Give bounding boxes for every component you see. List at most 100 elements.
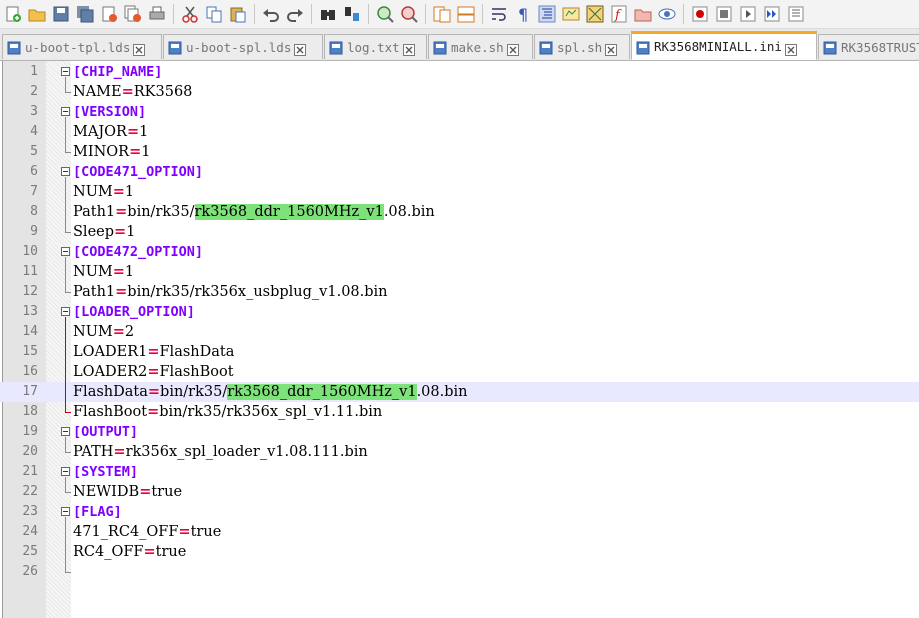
- redo-button[interactable]: [284, 3, 306, 25]
- tab-spl[interactable]: spl.sh: [534, 34, 630, 59]
- save-macro-button[interactable]: [785, 3, 807, 25]
- equals-operator: =: [129, 143, 142, 160]
- line-text: Sleep=1: [73, 222, 135, 242]
- function-list-button[interactable]: f: [608, 3, 630, 25]
- paste-button[interactable]: [227, 3, 249, 25]
- svg-text:¶: ¶: [518, 5, 528, 23]
- user-lang-button[interactable]: [560, 3, 582, 25]
- fold-toggle-icon[interactable]: [61, 247, 70, 256]
- code-line[interactable]: 20 PATH=rk356x_spl_loader_v1.08.111.bin: [0, 442, 919, 462]
- tab-rk3568trust[interactable]: RK3568TRUST: [818, 34, 919, 59]
- code-line[interactable]: 13 [LOADER_OPTION]: [0, 302, 919, 322]
- fold-guide-line: [65, 317, 66, 412]
- fold-toggle-icon[interactable]: [61, 67, 70, 76]
- tab-rk3568miniall[interactable]: RK3568MINIALL.ini: [631, 31, 817, 60]
- close-all-button[interactable]: [122, 3, 144, 25]
- undo-button[interactable]: [260, 3, 282, 25]
- tab-u-boot-spl[interactable]: u-boot-spl.lds: [163, 34, 323, 59]
- equals-operator: =: [147, 343, 160, 360]
- tab-close-icon[interactable]: [402, 41, 415, 56]
- code-line[interactable]: 17 FlashData=bin/rk35/rk3568_ddr_1560MHz_…: [0, 382, 919, 402]
- fold-guide-line: [65, 477, 66, 492]
- code-line[interactable]: 1 [CHIP_NAME]: [0, 62, 919, 82]
- code-line[interactable]: 26: [0, 562, 919, 582]
- sync-horizontal-button[interactable]: [455, 3, 477, 25]
- fold-end-marker: [65, 292, 71, 293]
- save-all-button[interactable]: [74, 3, 96, 25]
- play-macro-button[interactable]: [737, 3, 759, 25]
- stop-record-button[interactable]: [713, 3, 735, 25]
- folder-workspace-button[interactable]: [632, 3, 654, 25]
- tab-close-icon[interactable]: [506, 41, 519, 56]
- run-macro-multiple-button[interactable]: [761, 3, 783, 25]
- tab-u-boot-tpl[interactable]: u-boot-tpl.lds: [2, 34, 162, 59]
- code-line[interactable]: 14 NUM=2: [0, 322, 919, 342]
- replace-button[interactable]: [341, 3, 363, 25]
- code-line[interactable]: 11 NUM=1: [0, 262, 919, 282]
- line-number: 26: [22, 564, 38, 579]
- line-number: 2: [30, 84, 38, 99]
- code-line[interactable]: 2 NAME=RK3568: [0, 82, 919, 102]
- tab-make[interactable]: make.sh: [428, 34, 533, 59]
- show-all-chars-button[interactable]: ¶: [512, 3, 534, 25]
- fold-toggle-icon[interactable]: [61, 467, 70, 476]
- tab-close-icon[interactable]: [784, 41, 797, 56]
- equals-operator: =: [143, 543, 156, 560]
- code-line[interactable]: 18 FlashBoot=bin/rk35/rk356x_spl_v1.11.bi…: [0, 402, 919, 422]
- code-line[interactable]: 21 [SYSTEM]: [0, 462, 919, 482]
- doc-map-button[interactable]: [584, 3, 606, 25]
- fold-toggle-icon[interactable]: [61, 427, 70, 436]
- tab-close-icon[interactable]: [133, 41, 146, 56]
- line-number: 9: [30, 224, 38, 239]
- code-line[interactable]: 6 [CODE471_OPTION]: [0, 162, 919, 182]
- line-text: MAJOR=1: [73, 122, 148, 142]
- code-line[interactable]: 23 [FLAG]: [0, 502, 919, 522]
- line-text: [OUTPUT]: [73, 422, 138, 442]
- new-file-button[interactable]: [2, 3, 24, 25]
- code-line[interactable]: 22 NEWIDB=true: [0, 482, 919, 502]
- zoom-in-button[interactable]: [374, 3, 396, 25]
- copy-icon: [206, 6, 222, 23]
- fold-toggle-icon[interactable]: [61, 107, 70, 116]
- save-button[interactable]: [50, 3, 72, 25]
- fold-toggle-icon[interactable]: [61, 167, 70, 176]
- code-line[interactable]: 12 Path1=bin/rk35/rk356x_usbplug_v1.08.bi…: [0, 282, 919, 302]
- zoom-out-button[interactable]: [398, 3, 420, 25]
- code-line[interactable]: 25 RC4_OFF=true: [0, 542, 919, 562]
- copy-button[interactable]: [203, 3, 225, 25]
- paste-icon: [230, 7, 246, 23]
- word-wrap-button[interactable]: [488, 3, 510, 25]
- tab-log[interactable]: log.txt: [324, 34, 427, 59]
- close-button[interactable]: [98, 3, 120, 25]
- code-line[interactable]: 9 Sleep=1: [0, 222, 919, 242]
- code-line[interactable]: 5 MINOR=1: [0, 142, 919, 162]
- code-line[interactable]: 4 MAJOR=1: [0, 122, 919, 142]
- cut-button[interactable]: [179, 3, 201, 25]
- function-list-icon: f: [611, 5, 627, 23]
- editor[interactable]: 1 [CHIP_NAME] 2 NAME=RK3568 3 [VERSION] 4 MAJOR…: [0, 61, 919, 618]
- sync-vertical-button[interactable]: [431, 3, 453, 25]
- line-text: [VERSION]: [73, 102, 146, 122]
- record-macro-button[interactable]: [689, 3, 711, 25]
- code-line[interactable]: 16 LOADER2=FlashBoot: [0, 362, 919, 382]
- code-line[interactable]: 19 [OUTPUT]: [0, 422, 919, 442]
- code-line[interactable]: 24 471_RC4_OFF=true: [0, 522, 919, 542]
- code-line[interactable]: 7 NUM=1: [0, 182, 919, 202]
- monitor-button[interactable]: [656, 3, 678, 25]
- code-line[interactable]: 8 Path1=bin/rk35/rk3568_ddr_1560MHz_v1.08…: [0, 202, 919, 222]
- print-button[interactable]: [146, 3, 168, 25]
- fold-toggle-icon[interactable]: [61, 307, 70, 316]
- indent-guide-button[interactable]: [536, 3, 558, 25]
- tab-close-icon[interactable]: [294, 41, 307, 56]
- line-number: 25: [22, 544, 38, 559]
- line-text: Path1=bin/rk35/rk356x_usbplug_v1.08.bin: [73, 282, 388, 302]
- fold-end-marker: [65, 572, 71, 573]
- code-line[interactable]: 10 [CODE472_OPTION]: [0, 242, 919, 262]
- fold-toggle-icon[interactable]: [61, 507, 70, 516]
- code-line[interactable]: 3 [VERSION]: [0, 102, 919, 122]
- code-line[interactable]: 15 LOADER1=FlashData: [0, 342, 919, 362]
- tab-close-icon[interactable]: [605, 41, 618, 56]
- toolbar-separator: [311, 4, 312, 24]
- find-button[interactable]: [317, 3, 339, 25]
- open-file-button[interactable]: [26, 3, 48, 25]
